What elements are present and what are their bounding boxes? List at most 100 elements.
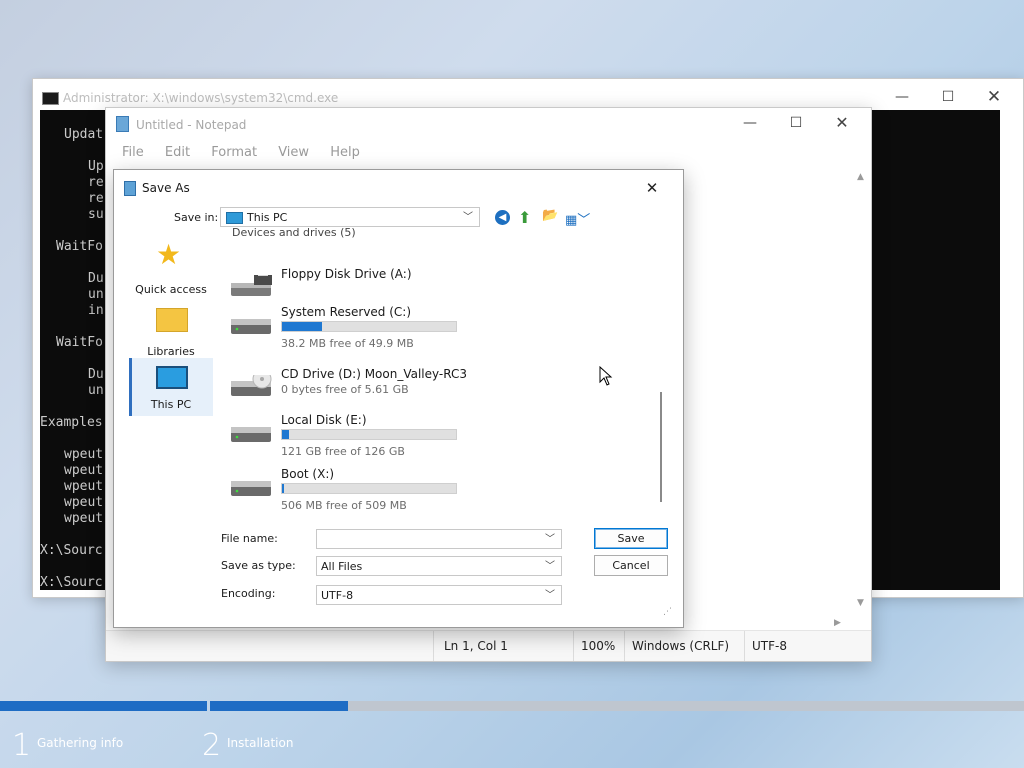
menu-format[interactable]: Format [211,145,257,160]
monitor-icon [156,366,188,389]
cmd-title-bar[interactable]: Administrator: X:\windows\system32\cmd.e… [33,79,1023,109]
menu-view[interactable]: View [278,145,309,160]
console-line: re [88,191,104,206]
hard-disk-icon [231,427,271,442]
place-this-pc[interactable]: This PC [129,358,213,416]
chevron-down-icon: ﹀ [545,590,555,601]
console-line: re [88,175,104,190]
console-line: Updat [64,127,104,142]
chevron-down-icon: ﹀ [545,561,555,572]
dialog-app-icon [124,181,136,196]
setup-progress-step2 [210,701,348,711]
save-type-dropdown[interactable]: All Files ﹀ [316,556,562,576]
notepad-status-bar: Ln 1, Col 1 100% Windows (CRLF) UTF-8 [106,630,871,661]
drive-free-space: 506 MB free of 509 MB [281,499,407,512]
console-line: un [88,287,104,302]
step-number: 2 [202,728,222,763]
this-pc-icon [226,212,243,224]
drive-item[interactable]: CD Drive (D:) Moon_Valley-RC3 0 bytes fr… [229,367,489,417]
place-label: Quick access [135,283,207,296]
save-button[interactable]: Save [594,528,668,549]
notepad-app-icon [116,116,129,132]
console-line: su [88,207,104,222]
status-divider [744,631,745,661]
status-divider [573,631,574,661]
place-libraries[interactable]: Libraries [129,300,213,358]
chevron-down-icon[interactable]: ﹀ [545,530,555,550]
close-button[interactable]: ✕ [639,176,665,200]
view-menu-icon[interactable]: ▦﹀ [565,209,590,228]
drive-name: Boot (X:) [281,467,335,481]
cd-drive-icon [231,375,272,396]
console-line: WaitFo [56,335,103,350]
drive-item[interactable]: Boot (X:) 506 MB free of 509 MB [229,467,489,517]
encoding-value: UTF-8 [321,589,354,602]
drive-item[interactable]: System Reserved (C:) 38.2 MB free of 49.… [229,305,489,355]
drive-free-space: 38.2 MB free of 49.9 MB [281,337,414,350]
close-button[interactable]: ✕ [819,111,865,135]
notepad-title: Untitled - Notepad [136,118,247,132]
list-scrollbar-thumb[interactable] [660,392,662,502]
hard-disk-icon [231,319,271,334]
console-line: wpeut [64,495,104,510]
setup-progress-track [348,701,1024,711]
place-quick-access[interactable]: ★ Quick access [129,238,213,297]
console-line: Up [88,159,104,174]
back-icon[interactable]: ◀ [495,210,510,225]
up-folder-icon[interactable]: ⬆ [518,208,531,227]
save-type-value: All Files [321,560,363,573]
maximize-button[interactable]: ☐ [925,85,971,109]
minimize-button[interactable]: — [879,85,925,109]
scroll-right-arrow-icon[interactable]: ▶ [834,618,841,628]
console-line: Du [88,271,104,286]
step-label: Gathering info [37,736,124,750]
close-button[interactable]: ✕ [971,85,1017,109]
drive-usage-bar [281,321,457,332]
drive-usage-fill [282,322,323,331]
drive-usage-fill [282,484,284,493]
scroll-down-arrow-icon[interactable]: ▼ [857,598,864,608]
drive-free-space: 121 GB free of 126 GB [281,445,405,458]
status-position: Ln 1, Col 1 [444,639,508,653]
save-in-dropdown[interactable]: This PC ﹀ [220,207,480,227]
save-as-dialog[interactable]: Save As ✕ Save in: This PC ﹀ ◀ ⬆ 📂 ▦﹀ ★ … [113,169,684,628]
status-zoom: 100% [581,639,616,653]
floppy-drive-icon [231,275,272,296]
cancel-button[interactable]: Cancel [594,555,668,576]
notepad-menu-bar: File Edit Format View Help [122,145,377,160]
group-header: Devices and drives (5) [232,228,356,239]
new-folder-icon[interactable]: 📂 [542,208,558,223]
editor-vertical-scrollbar[interactable]: ▲ ▼ [853,168,871,628]
place-label: This PC [150,398,192,411]
encoding-label: Encoding: [221,587,276,600]
console-line: WaitFo [56,239,103,254]
drive-name: Floppy Disk Drive (A:) [281,267,412,281]
status-divider [433,631,434,661]
console-line: un [88,383,104,398]
step-label: Installation [227,736,294,750]
drive-usage-fill [282,430,289,439]
folder-icon [156,308,188,332]
encoding-dropdown[interactable]: UTF-8 ﹀ [316,585,562,605]
maximize-button[interactable]: ☐ [773,111,819,135]
console-line: X:\Sourc [40,543,103,558]
minimize-button[interactable]: — [727,111,773,135]
dialog-title: Save As [142,181,190,195]
console-line: Examples [40,415,103,430]
drive-item[interactable]: Local Disk (E:) 121 GB free of 126 GB [229,413,489,463]
console-line: wpeut [64,479,104,494]
step-number: 1 [12,728,32,763]
console-line: wpeut [64,463,104,478]
save-in-label: Save in: [174,211,219,224]
menu-edit[interactable]: Edit [165,145,190,160]
place-label: Libraries [147,345,195,358]
mouse-cursor-icon [599,366,613,386]
menu-file[interactable]: File [122,145,144,160]
file-name-input[interactable]: ﹀ [316,529,562,549]
scroll-up-arrow-icon[interactable]: ▲ [857,172,864,182]
resize-grip-icon[interactable]: ⋰ [663,607,672,617]
console-line: wpeut [64,447,104,462]
save-in-value: This PC [247,211,288,224]
drive-name: System Reserved (C:) [281,305,412,319]
menu-help[interactable]: Help [330,145,360,160]
